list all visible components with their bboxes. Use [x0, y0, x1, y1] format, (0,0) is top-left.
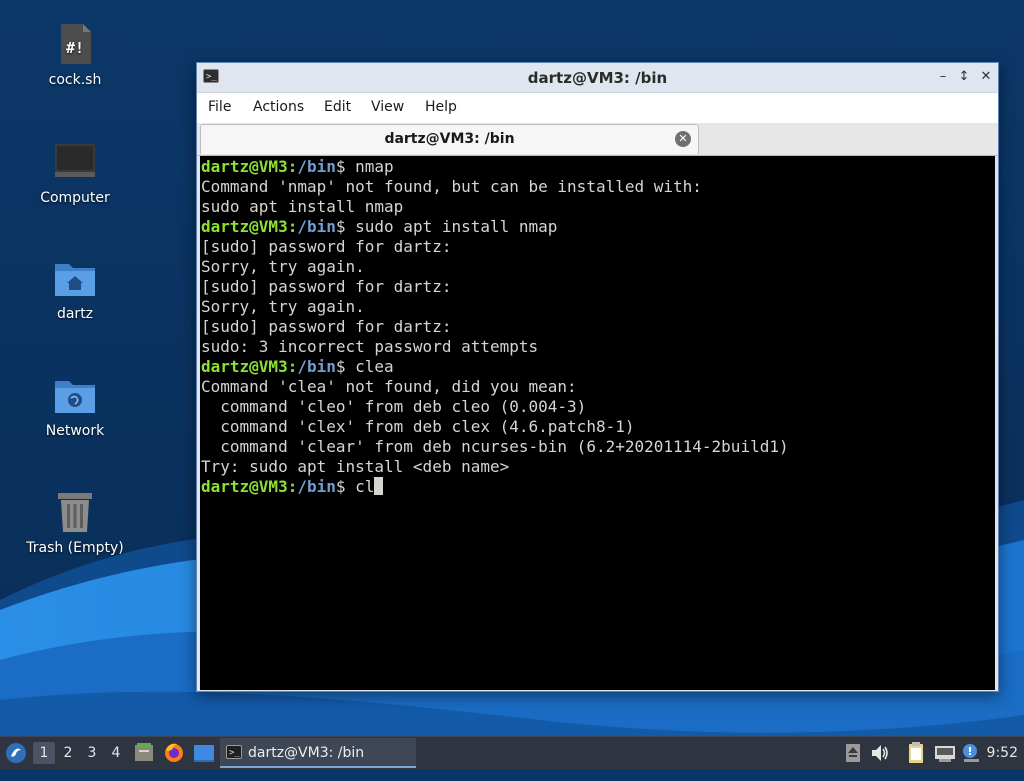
prompt-path: /bin	[297, 157, 336, 176]
upload-icon[interactable]	[844, 737, 862, 769]
volume-icon[interactable]	[870, 737, 890, 769]
menubar: File Actions Edit View Help	[197, 93, 998, 124]
desktop-icon-trash[interactable]: Trash (Empty)	[10, 490, 140, 556]
menu-edit[interactable]: Edit	[324, 99, 351, 115]
terminal-output-line: [sudo] password for dartz:	[201, 237, 452, 256]
terminal-output-line: sudo: 3 incorrect password attempts	[201, 337, 539, 356]
workspace-2[interactable]: 2	[57, 742, 79, 764]
trash-icon	[53, 490, 97, 534]
terminal-prompt-line: dartz@VM3:/bin$ cl	[201, 477, 995, 497]
tab-bar: dartz@VM3: /bin ✕	[197, 123, 998, 156]
clipboard-icon[interactable]	[906, 737, 926, 769]
menu-actions[interactable]: Actions	[253, 99, 304, 115]
computer-icon	[53, 140, 97, 184]
taskbar: 1 2 3 4 >_ dartz@VM3: /bin 9:52	[0, 736, 1024, 769]
notification-icon[interactable]	[961, 737, 981, 769]
prompt-command: clea	[355, 357, 394, 376]
menu-help[interactable]: Help	[425, 99, 457, 115]
app-menu-icon[interactable]	[4, 737, 28, 769]
tab-label: dartz@VM3: /bin	[384, 131, 515, 147]
desktop-icon-label: dartz	[56, 306, 94, 322]
script-file-icon: #!	[53, 22, 97, 66]
tab-close-icon[interactable]: ✕	[675, 131, 691, 147]
terminal-prompt-line: dartz@VM3:/bin$ clea	[201, 357, 394, 376]
terminal-window[interactable]: >_ dartz@VM3: /bin – ↕ ✕ File Actions Ed…	[196, 62, 999, 692]
tab-terminal[interactable]: dartz@VM3: /bin ✕	[200, 124, 699, 154]
prompt-command: cl	[355, 477, 375, 496]
desktop-icon-script[interactable]: #! cock.sh	[10, 22, 140, 88]
prompt-path: /bin	[297, 357, 336, 376]
terminal-output-line: command 'clear' from deb ncurses-bin (6.…	[201, 437, 789, 456]
prompt-user: dartz@VM3	[201, 157, 288, 176]
prompt-user: dartz@VM3	[201, 477, 288, 496]
terminal-output-line: [sudo] password for dartz:	[201, 277, 452, 296]
prompt-user: dartz@VM3	[201, 217, 288, 236]
desktop-icon-label: Network	[45, 423, 105, 439]
desktop-icon-computer[interactable]: Computer	[10, 140, 140, 206]
prompt-path: /bin	[297, 477, 336, 496]
terminal-output-line: Sorry, try again.	[201, 297, 365, 316]
taskbar-item-terminal[interactable]: >_ dartz@VM3: /bin	[220, 738, 416, 768]
prompt-command: nmap	[355, 157, 394, 176]
file-manager-launcher-icon[interactable]	[133, 737, 155, 769]
home-folder-icon	[53, 256, 97, 300]
terminal-app-icon: >_	[226, 745, 242, 759]
workspace-4[interactable]: 4	[105, 742, 127, 764]
terminal-output-line: Try: sudo apt install <deb name>	[201, 457, 510, 476]
network-folder-icon	[53, 373, 97, 417]
terminal-output-line: Sorry, try again.	[201, 257, 365, 276]
menu-file[interactable]: File	[208, 99, 231, 115]
menu-view[interactable]: View	[371, 99, 404, 115]
prompt-user: dartz@VM3	[201, 357, 288, 376]
show-desktop-icon[interactable]	[193, 737, 215, 769]
workspace-1[interactable]: 1	[33, 742, 55, 764]
terminal-prompt-line: dartz@VM3:/bin$ sudo apt install nmap	[201, 217, 558, 236]
terminal-output-line: command 'cleo' from deb cleo (0.004-3)	[201, 397, 587, 416]
firefox-launcher-icon[interactable]	[163, 737, 185, 769]
terminal-output[interactable]: dartz@VM3:/bin$ nmap Command 'nmap' not f…	[200, 156, 995, 690]
desktop-icon-label: Trash (Empty)	[26, 540, 124, 556]
terminal-prompt-line: dartz@VM3:/bin$ nmap	[201, 157, 394, 176]
terminal-output-line: Command 'clea' not found, did you mean:	[201, 377, 577, 396]
maximize-icon[interactable]: ↕	[955, 68, 973, 86]
taskbar-item-label: dartz@VM3: /bin	[248, 745, 365, 761]
terminal-output-line: [sudo] password for dartz:	[201, 317, 452, 336]
close-icon[interactable]: ✕	[977, 68, 995, 86]
prompt-command: sudo apt install nmap	[355, 217, 558, 236]
desktop-icon-label: cock.sh	[48, 72, 102, 88]
text-cursor	[374, 477, 384, 495]
terminal-output-line: command 'clex' from deb clex (4.6.patch8…	[201, 417, 635, 436]
desktop-icon-home[interactable]: dartz	[10, 256, 140, 322]
terminal-output-line: sudo apt install nmap	[201, 197, 404, 216]
desktop-icon-label: Computer	[40, 190, 110, 206]
terminal-output-line: Command 'nmap' not found, but can be ins…	[201, 177, 702, 196]
minimize-icon[interactable]: –	[934, 68, 952, 86]
svg-text:#!: #!	[66, 39, 84, 57]
workspace-3[interactable]: 3	[81, 742, 103, 764]
desktop-icon-network[interactable]: Network	[10, 373, 140, 439]
network-icon[interactable]	[934, 737, 956, 769]
window-title: dartz@VM3: /bin	[527, 69, 668, 87]
taskbar-clock[interactable]: 9:52	[987, 737, 1018, 769]
window-titlebar[interactable]: >_ dartz@VM3: /bin – ↕ ✕	[197, 63, 998, 93]
prompt-path: /bin	[297, 217, 336, 236]
